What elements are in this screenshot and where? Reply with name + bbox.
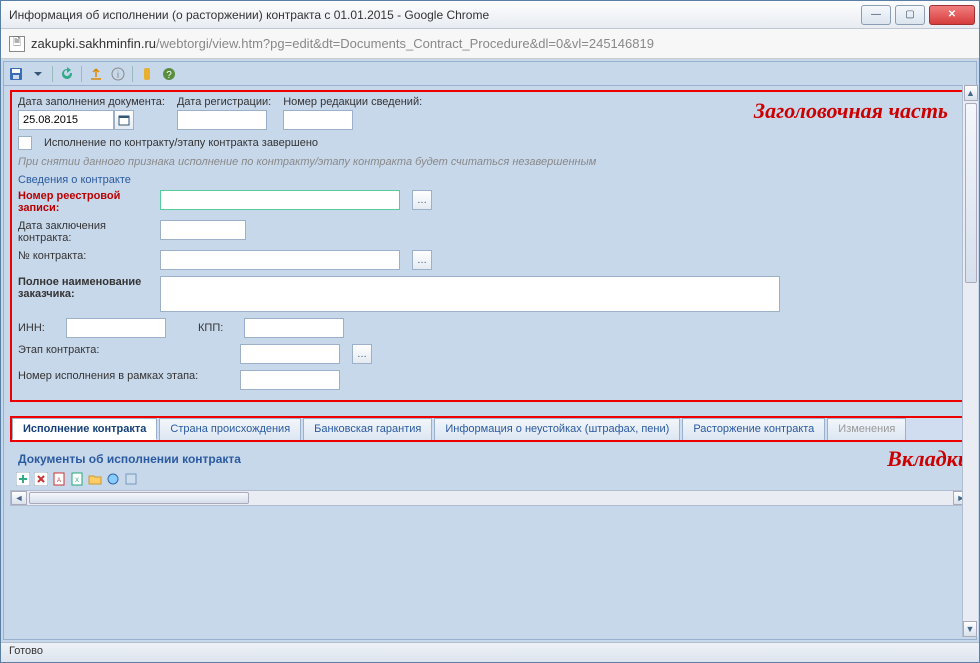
lookup-icon[interactable]: … xyxy=(412,190,432,210)
h-scroll-thumb[interactable] xyxy=(29,492,249,504)
contract-num-label: № контракта: xyxy=(18,250,148,262)
main-panel: Заголовочная часть Дата заполнения докум… xyxy=(3,85,977,640)
rev-num-label: Номер редакции сведений: xyxy=(283,96,422,108)
tab-origin-country[interactable]: Страна происхождения xyxy=(159,418,301,440)
action2-icon[interactable] xyxy=(124,472,138,486)
scroll-up-icon[interactable]: ▲ xyxy=(964,85,978,101)
tab-execution[interactable]: Исполнение контракта xyxy=(12,418,157,440)
lookup-icon[interactable]: … xyxy=(412,250,432,270)
calendar-icon[interactable] xyxy=(114,110,134,130)
fill-date-label: Дата заполнения документа: xyxy=(18,96,165,108)
scroll-down-icon[interactable]: ▼ xyxy=(963,621,977,637)
customer-name-label: Полное наименование заказчика: xyxy=(18,276,148,300)
v-scrollbar[interactable]: ▲ ▼ xyxy=(962,85,978,637)
kpp-label: КПП: xyxy=(198,322,232,334)
callout-header: Заголовочная часть xyxy=(754,98,948,124)
reg-date-label: Дата регистрации: xyxy=(177,96,271,108)
callout-tabs: Вкладки xyxy=(887,446,970,472)
svg-text:i: i xyxy=(117,70,119,81)
help-icon[interactable]: ? xyxy=(161,66,177,82)
save-icon[interactable] xyxy=(8,66,24,82)
minimize-button[interactable]: — xyxy=(861,5,891,25)
reg-date-input[interactable] xyxy=(177,110,267,130)
window-title: Информация об исполнении (о расторжении)… xyxy=(5,8,861,22)
completion-checkbox[interactable] xyxy=(18,136,32,150)
stage-label: Этап контракта: xyxy=(18,344,228,356)
status-bar: Готово xyxy=(1,642,979,662)
customer-name-input[interactable] xyxy=(160,276,780,312)
kpp-input[interactable] xyxy=(244,318,344,338)
info-icon[interactable]: i xyxy=(110,66,126,82)
export-icon[interactable] xyxy=(88,66,104,82)
column-icon[interactable] xyxy=(139,66,155,82)
contract-num-input[interactable] xyxy=(160,250,400,270)
reg-number-label: Номер реестровой записи: xyxy=(18,190,148,214)
tab-changes[interactable]: Изменения xyxy=(827,418,906,440)
header-section: Заголовочная часть Дата заполнения докум… xyxy=(10,90,970,402)
svg-text:X: X xyxy=(75,478,79,484)
exec-num-label: Номер исполнения в рамках этапа: xyxy=(18,370,228,382)
inn-input[interactable] xyxy=(66,318,166,338)
completion-label: Исполнение по контракту/этапу контракта … xyxy=(44,137,318,149)
tab-bank-guarantee[interactable]: Банковская гарантия xyxy=(303,418,432,440)
reg-number-input[interactable] xyxy=(160,190,400,210)
address-bar: 🗎 zakupki.sakhminfin.ru/webtorgi/view.ht… xyxy=(1,29,979,59)
toolbar: i ? xyxy=(3,61,977,85)
contract-section-title: Сведения о контракте xyxy=(18,174,962,186)
svg-text:A: A xyxy=(57,478,61,484)
excel-icon[interactable]: X xyxy=(70,472,84,486)
maximize-button[interactable]: ▢ xyxy=(895,5,925,25)
status-text: Готово xyxy=(9,645,43,657)
dropdown-arrow-icon[interactable] xyxy=(30,66,46,82)
exec-num-input[interactable] xyxy=(240,370,340,390)
refresh-icon[interactable] xyxy=(59,66,75,82)
lookup-icon[interactable]: … xyxy=(352,344,372,364)
titlebar: Информация об исполнении (о расторжении)… xyxy=(1,1,979,29)
delete-icon[interactable] xyxy=(34,472,48,486)
inn-label: ИНН: xyxy=(18,322,54,334)
tab-strip: Исполнение контракта Страна происхождени… xyxy=(10,416,970,442)
scroll-left-icon[interactable]: ◄ xyxy=(11,491,27,505)
folder-icon[interactable] xyxy=(88,472,102,486)
pdf-icon[interactable]: A xyxy=(52,472,66,486)
action-icon[interactable] xyxy=(106,472,120,486)
v-scroll-thumb[interactable] xyxy=(965,103,977,283)
contract-date-input[interactable] xyxy=(160,220,246,240)
url-text[interactable]: zakupki.sakhminfin.ru/webtorgi/view.htm?… xyxy=(31,36,971,51)
svg-text:?: ? xyxy=(166,70,172,81)
stage-input[interactable] xyxy=(240,344,340,364)
completion-hint: При снятии данного признака исполнение п… xyxy=(18,156,962,168)
tab-penalties[interactable]: Информация о неустойках (штрафах, пени) xyxy=(434,418,680,440)
add-icon[interactable] xyxy=(16,472,30,486)
h-scrollbar[interactable]: ◄ ► xyxy=(10,490,970,506)
tab-termination[interactable]: Расторжение контракта xyxy=(682,418,825,440)
close-button[interactable]: ✕ xyxy=(929,5,975,25)
mini-toolbar: A X xyxy=(10,472,970,486)
subsection-title: Документы об исполнении контракта xyxy=(10,448,249,470)
contract-date-label: Дата заключения контракта: xyxy=(18,220,148,244)
rev-num-input[interactable] xyxy=(283,110,353,130)
page-icon: 🗎 xyxy=(9,36,25,52)
fill-date-input[interactable] xyxy=(18,110,114,130)
